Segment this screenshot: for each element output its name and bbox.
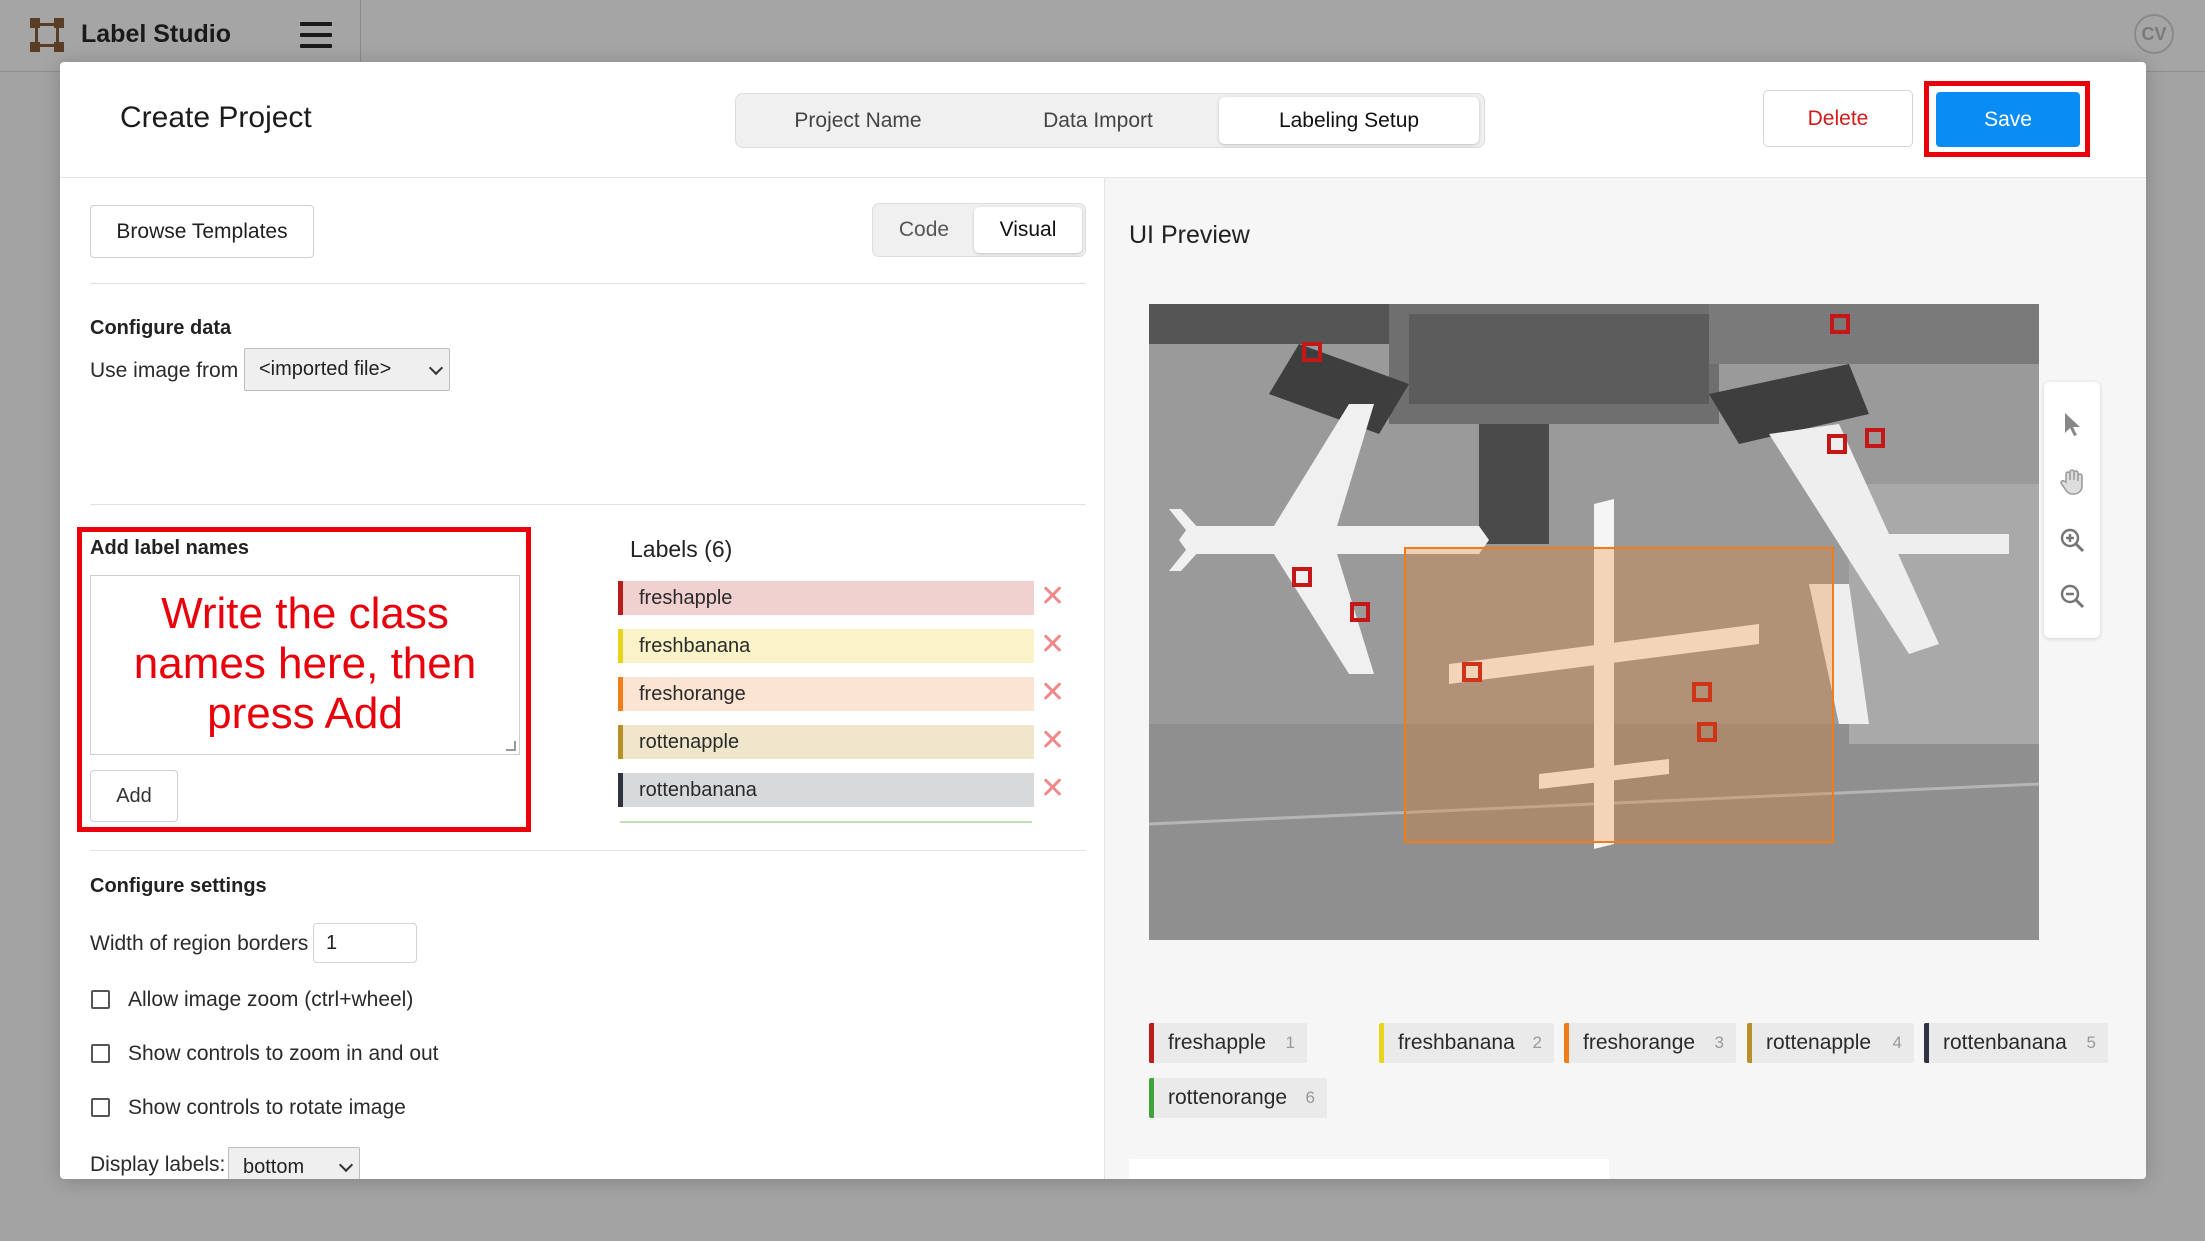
- label-chip-name: rottenapple: [1766, 1031, 1872, 1054]
- tab-visual[interactable]: Visual: [974, 207, 1082, 253]
- label-chip[interactable]: freshapple 1: [1149, 1023, 1307, 1063]
- label-chip[interactable]: rottenorange 6: [1149, 1078, 1327, 1118]
- label-chip-name: rottenbanana: [1943, 1031, 2067, 1054]
- display-labels-select[interactable]: bottom: [228, 1147, 360, 1179]
- chevron-down-icon: [338, 1157, 354, 1173]
- label-chip[interactable]: rottenapple 4: [1747, 1023, 1914, 1063]
- rotate-controls-checkbox[interactable]: [91, 1098, 110, 1117]
- preview-pane: UI Preview freshapple 1 freshbanana 2 fr…: [1104, 178, 2146, 1179]
- label-chip-hotkey: 2: [1532, 1033, 1542, 1052]
- label-item[interactable]: rottenapple: [618, 725, 1034, 759]
- app-title: Label Studio: [81, 20, 231, 48]
- config-pane: Browse Templates Code Visual Configure d…: [60, 178, 1104, 1179]
- label-chip-hotkey: 1: [1285, 1033, 1295, 1052]
- project-steps-tabs: Project Name Data Import Labeling Setup: [735, 93, 1485, 148]
- remove-label-icon[interactable]: ✕: [1040, 582, 1065, 612]
- tab-labeling-setup[interactable]: Labeling Setup: [1219, 97, 1479, 144]
- remove-label-icon[interactable]: ✕: [1040, 774, 1065, 804]
- region-border-width-input[interactable]: 1: [313, 923, 417, 963]
- hand-icon[interactable]: [2058, 468, 2086, 496]
- labels-count-title: Labels (6): [630, 536, 733, 562]
- zoom-controls-checkbox[interactable]: [91, 1044, 110, 1063]
- code-visual-toggle: Code Visual: [872, 203, 1086, 257]
- zoom-in-icon[interactable]: [2058, 526, 2086, 554]
- menu-hamburger-icon[interactable]: [300, 22, 332, 48]
- allow-zoom-label: Allow image zoom (ctrl+wheel): [128, 988, 414, 1011]
- divider: [90, 283, 1086, 284]
- add-labels-button[interactable]: Add: [90, 770, 178, 822]
- chevron-down-icon: [428, 360, 444, 375]
- label-chip-name: freshorange: [1583, 1031, 1696, 1054]
- label-chip-hotkey: 3: [1714, 1033, 1724, 1052]
- configure-settings-title: Configure settings: [90, 875, 267, 897]
- delete-button[interactable]: Delete: [1763, 90, 1913, 147]
- display-labels-label: Display labels:: [90, 1153, 226, 1176]
- label-chip-hotkey: 4: [1892, 1033, 1902, 1052]
- user-avatar[interactable]: CV: [2134, 14, 2174, 54]
- configure-data-title: Configure data: [90, 317, 232, 339]
- label-chip-name: freshbanana: [1398, 1031, 1515, 1054]
- label-chip[interactable]: freshbanana 2: [1379, 1023, 1554, 1063]
- save-button[interactable]: Save: [1936, 92, 2080, 147]
- label-item[interactable]: rottenbanana: [618, 773, 1034, 807]
- modal-title: Create Project: [120, 101, 312, 134]
- label-item[interactable]: freshbanana: [618, 629, 1034, 663]
- zoom-controls-label: Show controls to zoom in and out: [128, 1042, 439, 1065]
- label-chip[interactable]: freshorange 3: [1564, 1023, 1736, 1063]
- preview-bottom-edge: [1129, 1159, 1609, 1179]
- image-source-select[interactable]: <imported file>: [244, 348, 450, 391]
- region-border-width-label: Width of region borders: [90, 932, 309, 955]
- zoom-out-icon[interactable]: [2058, 582, 2086, 610]
- label-chip-hotkey: 6: [1305, 1088, 1315, 1107]
- tab-project-name[interactable]: Project Name: [739, 97, 977, 144]
- airport-aerial-image[interactable]: [1149, 304, 2039, 940]
- preview-toolbar: [2044, 382, 2100, 638]
- tab-code[interactable]: Code: [876, 207, 972, 253]
- allow-zoom-checkbox[interactable]: [91, 990, 110, 1009]
- label-chip-name: freshapple: [1168, 1031, 1267, 1054]
- label-chip-hotkey: 5: [2086, 1033, 2096, 1052]
- pointer-icon[interactable]: [2058, 410, 2086, 438]
- label-chip-name: rottenorange: [1168, 1086, 1288, 1109]
- label-studio-logo-icon[interactable]: [30, 18, 64, 52]
- rotate-controls-label: Show controls to rotate image: [128, 1096, 406, 1119]
- create-project-modal: Create Project Project Name Data Import …: [60, 62, 2146, 1179]
- remove-label-icon[interactable]: ✕: [1040, 726, 1065, 756]
- image-source-value: <imported file>: [259, 358, 392, 380]
- remove-label-icon[interactable]: ✕: [1040, 678, 1065, 708]
- display-labels-value: bottom: [243, 1155, 305, 1178]
- use-image-from-label: Use image from: [90, 359, 239, 382]
- resize-grip-icon[interactable]: [506, 741, 516, 751]
- ui-preview-title: UI Preview: [1129, 221, 1250, 249]
- divider: [90, 850, 1086, 851]
- annotation-instruction: Write the class names here, then press A…: [133, 589, 477, 738]
- tab-data-import[interactable]: Data Import: [983, 97, 1213, 144]
- label-list-scroll-edge: [620, 821, 1032, 823]
- label-item[interactable]: freshapple: [618, 581, 1034, 615]
- label-item[interactable]: freshorange: [618, 677, 1034, 711]
- browse-templates-button[interactable]: Browse Templates: [90, 205, 314, 258]
- remove-label-icon[interactable]: ✕: [1040, 630, 1065, 660]
- label-chip[interactable]: rottenbanana 5: [1924, 1023, 2108, 1063]
- modal-header: Create Project Project Name Data Import …: [60, 62, 2146, 178]
- add-label-names-title: Add label names: [90, 537, 249, 559]
- divider: [90, 504, 1086, 505]
